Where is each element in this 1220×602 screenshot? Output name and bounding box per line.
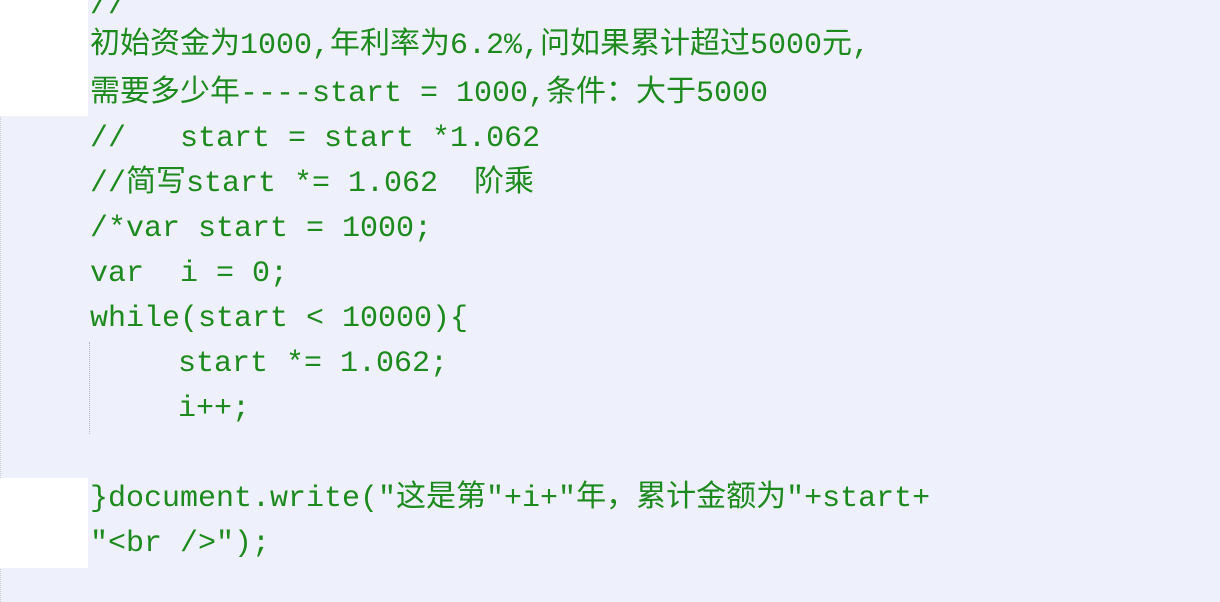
code-line-comment: /*var start = 1000; <box>90 212 433 246</box>
code-line-comment: "<br />"); <box>90 527 271 561</box>
code-line-comment: // <box>90 0 127 23</box>
editor-gutter-highlight <box>0 478 88 568</box>
code-line-comment: while(start < 10000){ <box>90 302 469 336</box>
code-line-comment: i++; <box>178 392 251 426</box>
indent-guide <box>89 342 90 434</box>
code-line-comment: 需要多少年----start = 1000,条件：大于5000 <box>90 77 769 111</box>
code-line-comment: // start = start *1.062 <box>90 122 541 156</box>
code-line-comment: var i = 0; <box>90 257 289 291</box>
code-line-comment: //简写start *= 1.062 阶乘 <box>90 167 535 201</box>
editor-gutter-highlight <box>0 0 88 116</box>
code-line-comment: }document.write("这是第"+i+"年，累计金额为"+start+ <box>90 482 931 516</box>
code-line-comment: 初始资金为1000,年利率为6.2%,问如果累计超过5000元, <box>90 29 871 63</box>
code-line-comment: start *= 1.062; <box>178 347 449 381</box>
